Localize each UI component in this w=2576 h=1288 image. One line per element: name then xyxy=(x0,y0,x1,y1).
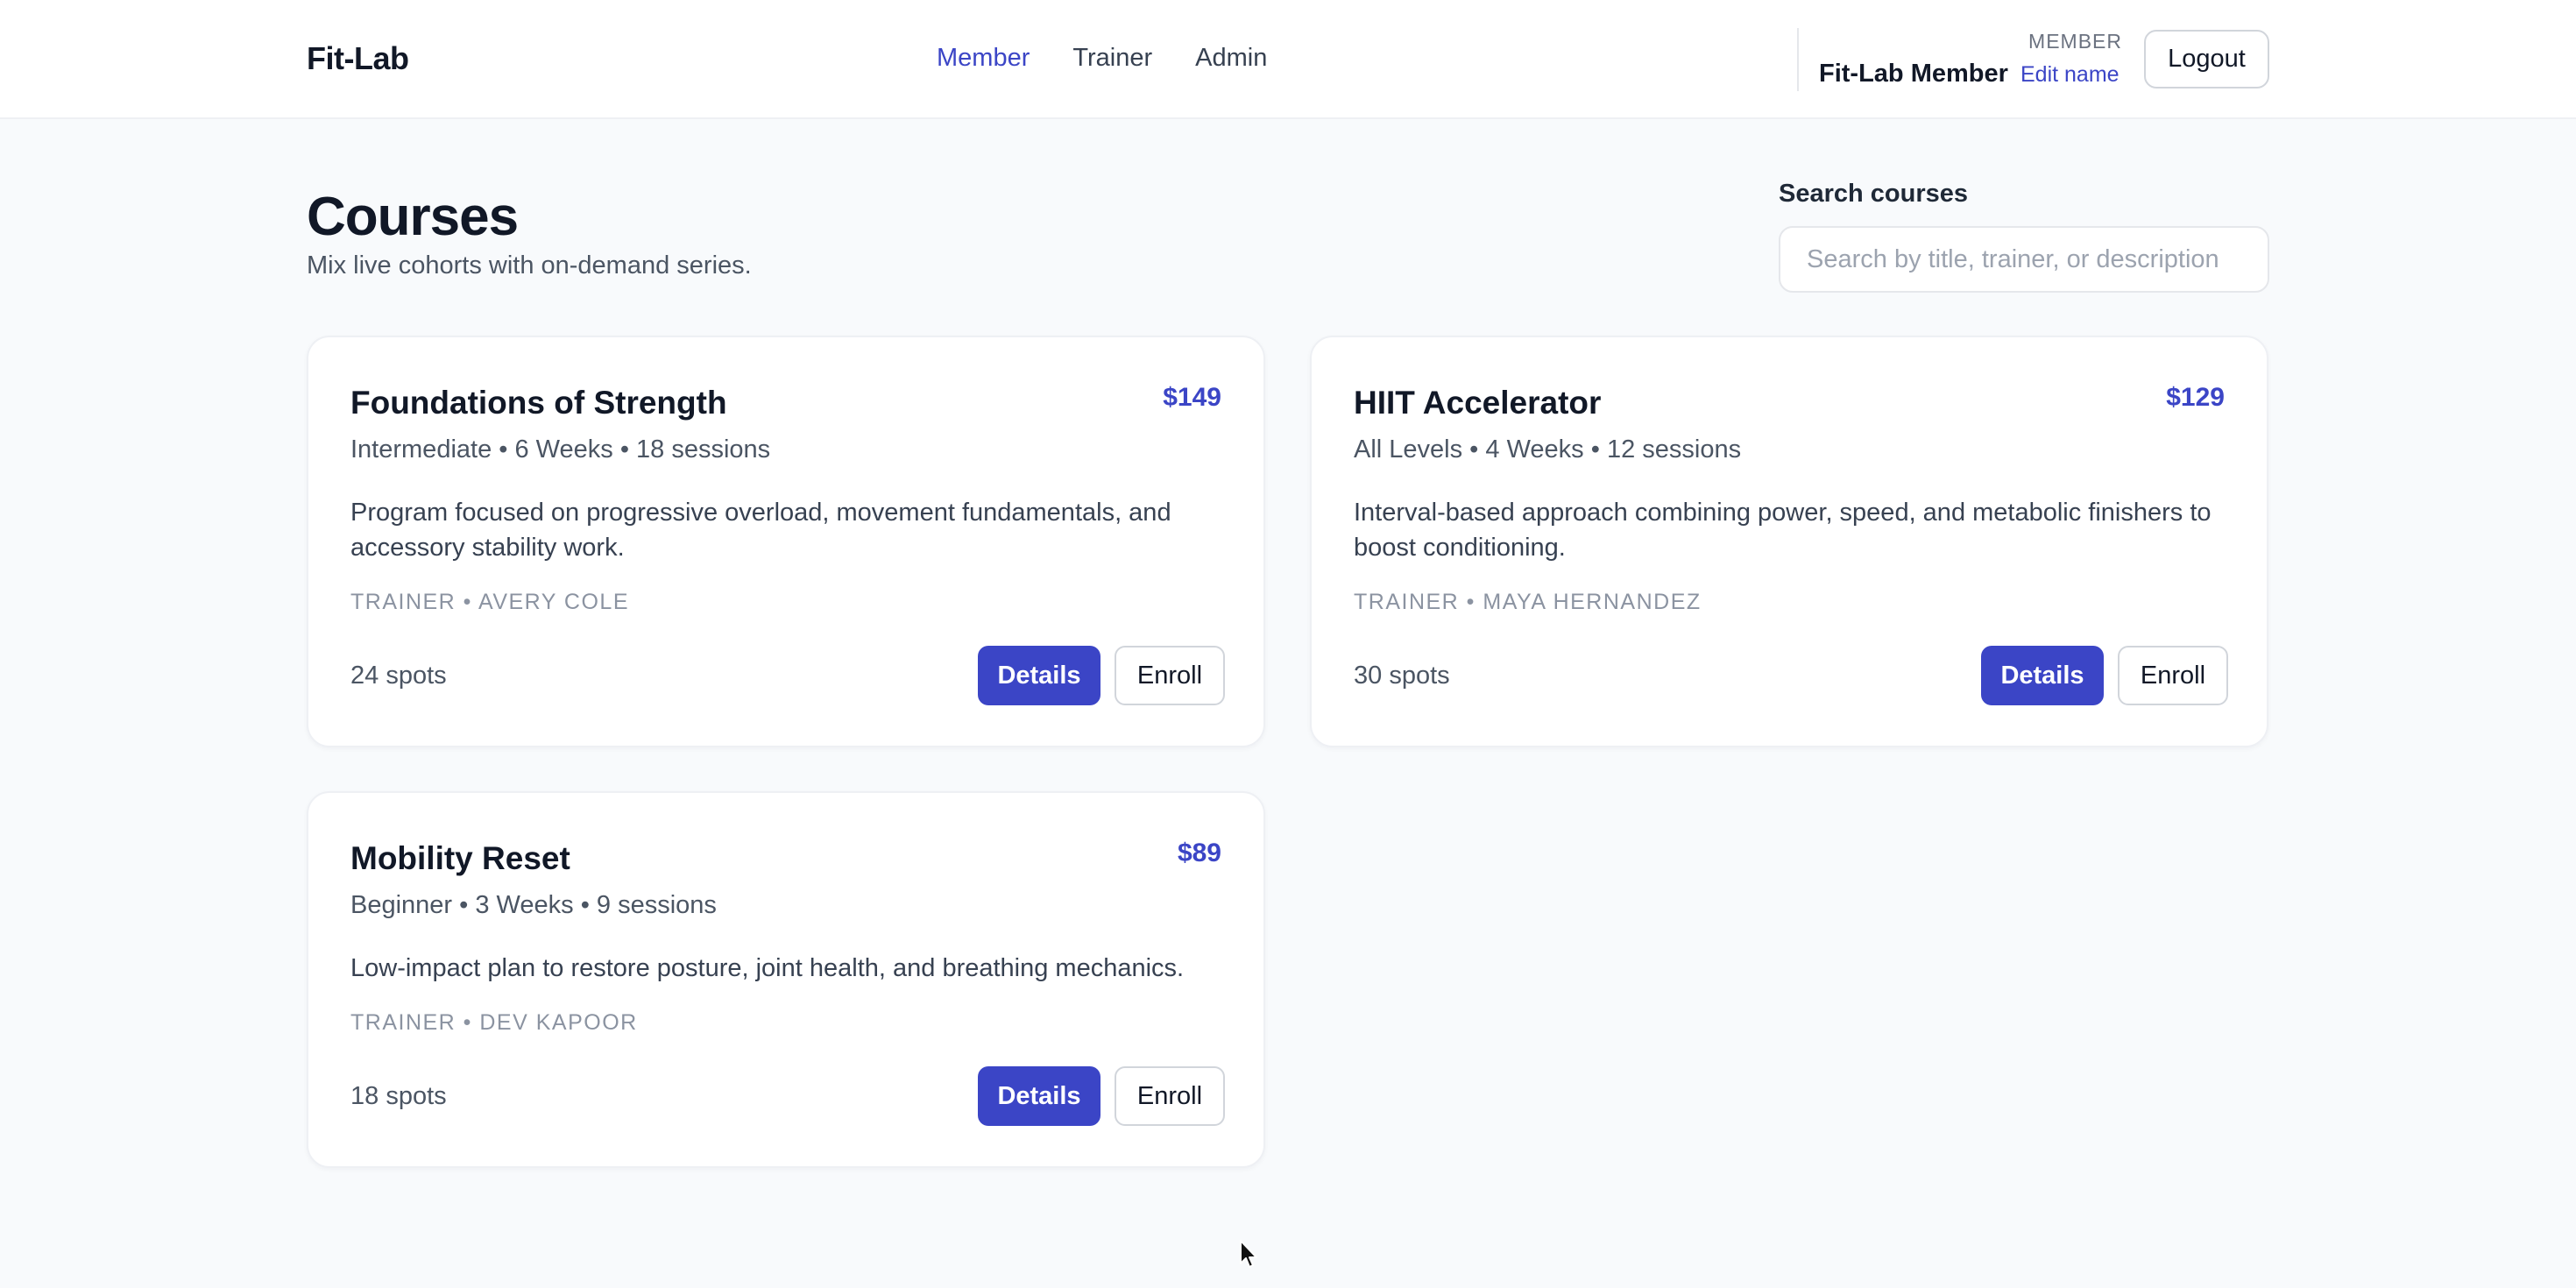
details-button[interactable]: Details xyxy=(978,646,1100,705)
course-price: $149 xyxy=(1163,383,1221,412)
edit-name-link[interactable]: Edit name xyxy=(2020,62,2120,88)
course-meta: Beginner • 3 Weeks • 9 sessions xyxy=(350,891,717,919)
page-subtitle: Mix live cohorts with on-demand series. xyxy=(307,251,752,280)
app-frame: Fit-Lab Member Trainer Admin MEMBER Fit-… xyxy=(0,0,2576,1288)
course-trainer: Trainer • Maya Hernandez xyxy=(1354,590,1702,614)
user-name: Fit-Lab Member xyxy=(1819,60,2008,88)
nav-admin[interactable]: Admin xyxy=(1195,44,1267,73)
user-role-label: MEMBER xyxy=(2028,30,2122,53)
course-card-foundations-of-strength: Foundations of Strength $149 Intermediat… xyxy=(307,336,1265,747)
course-title: Foundations of Strength xyxy=(350,385,727,421)
nav-member[interactable]: Member xyxy=(937,44,1030,73)
logout-button[interactable]: Logout xyxy=(2144,30,2269,88)
course-trainer: Trainer • Dev Kapoor xyxy=(350,1010,638,1035)
course-title: HIIT Accelerator xyxy=(1354,385,1602,421)
mouse-pointer-icon xyxy=(1240,1240,1257,1268)
course-description: Interval-based approach combining power,… xyxy=(1354,499,2212,562)
course-price: $129 xyxy=(2166,383,2225,412)
page-title: Courses xyxy=(307,187,519,247)
details-button[interactable]: Details xyxy=(1981,646,2104,705)
course-price: $89 xyxy=(1177,839,1221,867)
course-meta: Intermediate • 6 Weeks • 18 sessions xyxy=(350,435,771,464)
course-spots: 24 spots xyxy=(350,662,447,690)
course-description: Low-impact plan to restore posture, join… xyxy=(350,954,1185,982)
course-title: Mobility Reset xyxy=(350,840,570,876)
details-button[interactable]: Details xyxy=(978,1066,1100,1126)
main-nav: Member Trainer Admin xyxy=(937,44,1267,73)
header-divider xyxy=(1797,28,1799,91)
nav-trainer[interactable]: Trainer xyxy=(1072,44,1152,73)
search-input[interactable] xyxy=(1779,226,2269,293)
course-trainer: Trainer • Avery Cole xyxy=(350,590,630,614)
enroll-button[interactable]: Enroll xyxy=(1115,1066,1225,1126)
brand-logo[interactable]: Fit-Lab xyxy=(307,40,409,77)
course-description: Program focused on progressive overload,… xyxy=(350,499,1171,562)
course-meta: All Levels • 4 Weeks • 12 sessions xyxy=(1354,435,1742,464)
course-card-hiit-accelerator: HIIT Accelerator $129 All Levels • 4 Wee… xyxy=(1310,336,2268,747)
course-card-mobility-reset: Mobility Reset $89 Beginner • 3 Weeks • … xyxy=(307,791,1265,1168)
course-spots: 18 spots xyxy=(350,1082,447,1110)
search-label: Search courses xyxy=(1779,180,1969,208)
enroll-button[interactable]: Enroll xyxy=(1115,646,1225,705)
top-navigation-bar: Fit-Lab Member Trainer Admin MEMBER Fit-… xyxy=(0,0,2576,119)
enroll-button[interactable]: Enroll xyxy=(2118,646,2228,705)
course-spots: 30 spots xyxy=(1354,662,1450,690)
